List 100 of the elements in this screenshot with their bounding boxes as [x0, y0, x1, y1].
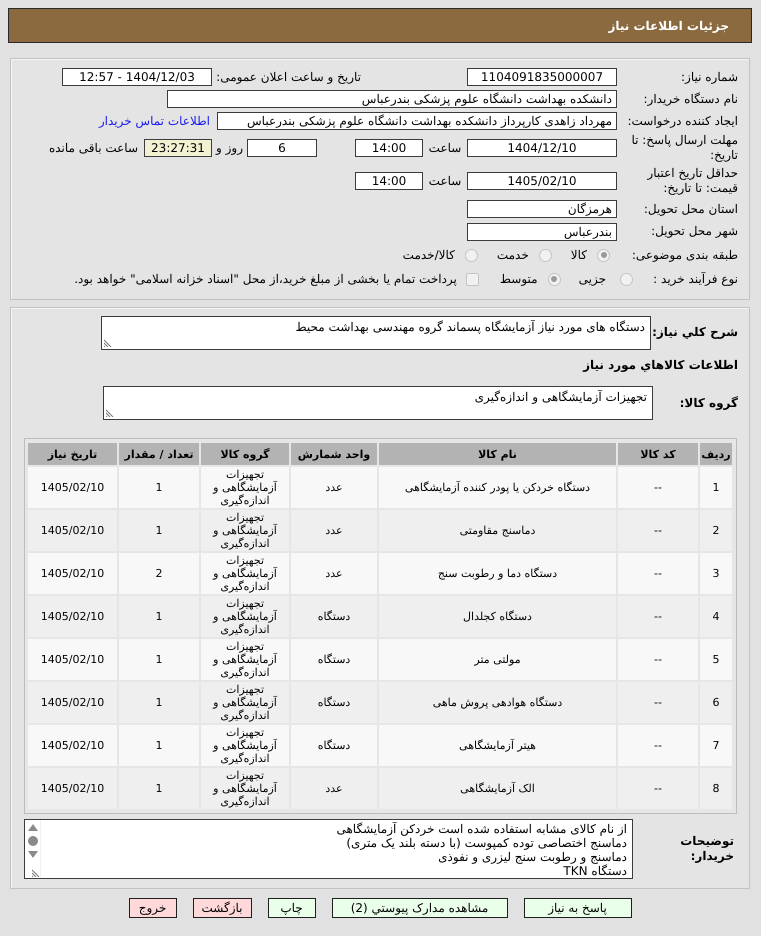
table-cell: تجهیزات آزمایشگاهی و اندازه‌گیری [201, 768, 289, 809]
column-header: تاریخ نیاز [28, 443, 117, 465]
action-button[interactable]: پاسخ به نیاز [524, 898, 632, 918]
action-button[interactable]: بازگشت [192, 898, 252, 918]
table-cell: 1405/02/10 [28, 682, 117, 723]
field-label: نوع فرآیند خرید : [652, 272, 738, 286]
deadline-date-field[interactable]: 1404/12/10 [467, 139, 617, 157]
field-label: تاریخ و ساعت اعلان عمومی: [215, 70, 361, 84]
description-textarea[interactable]: دستگاه های مورد نیاز آزمایشگاه پسماند گروه مهندسی بهداشت محیط [101, 316, 651, 350]
field-label: شماره نیاز: [680, 70, 738, 84]
table-cell: 4 [700, 596, 732, 637]
field-label: حداقل تاریخ اعتبار قیمت: تا تاریخ: [646, 166, 738, 196]
table-cell: 1405/02/10 [28, 510, 117, 551]
table-cell: 8 [700, 768, 732, 809]
table-cell: -- [618, 682, 698, 723]
buyer-org-field[interactable]: دانشکده بهداشت دانشگاه علوم پزشکی بندرعباس [167, 90, 617, 108]
validity-date-field[interactable]: 1405/02/10 [467, 172, 617, 190]
field-label: توضیحات خریدار: [679, 834, 735, 864]
days-field[interactable]: 6 [247, 139, 317, 157]
radio-button[interactable] [620, 272, 633, 286]
table-cell: هیتر آزمایشگاهی [379, 725, 616, 766]
table-cell: دستگاه [291, 682, 377, 723]
option-label: متوسط [500, 272, 538, 286]
buyer-contact-link[interactable]: اطلاعات تماس خریدار [98, 114, 210, 128]
field-label: ایجاد کننده درخواست: [626, 114, 738, 128]
table-cell: -- [618, 639, 698, 680]
table-cell: 1 [119, 725, 199, 766]
table-cell: دستگاه دما و رطوبت سنج [379, 553, 616, 594]
table-cell: -- [618, 467, 698, 508]
resize-grip-icon[interactable] [32, 869, 40, 877]
table-cell: عدد [291, 553, 377, 594]
radio-button[interactable] [548, 272, 561, 286]
note-line: دستگاه TKN [562, 864, 627, 878]
table-cell: تجهیزات آزمایشگاهی و اندازه‌گیری [201, 639, 289, 680]
field-label: استان محل تحویل: [642, 202, 738, 216]
table-cell: 1 [119, 510, 199, 551]
note-line: دماسنج اختصاصی توده کمپوست (با دسته بلند یک متری) [345, 836, 627, 850]
validity-time-field[interactable]: 14:00 [355, 172, 423, 190]
column-header: ردیف [700, 443, 732, 465]
table-cell: 1405/02/10 [28, 639, 117, 680]
table-cell: دماسنج مقاومتی [379, 510, 616, 551]
table-cell: تجهیزات آزمایشگاهی و اندازه‌گیری [201, 467, 289, 508]
city-field[interactable]: بندرعباس [467, 222, 617, 240]
radio-button[interactable] [538, 248, 552, 262]
table-cell: 1 [119, 768, 199, 809]
scroll-up-arrow-icon[interactable] [28, 824, 38, 831]
table-cell: دستگاه خردکن یا پودر کننده آزمایشگاهی [379, 467, 616, 508]
note-line: دماسنج و رطوبت سنج لیزری و نفوذی [437, 850, 627, 864]
table-cell: 1405/02/10 [28, 725, 117, 766]
remaining-time-field[interactable]: 23:27:31 [144, 139, 212, 157]
province-field[interactable]: هرمزگان [467, 200, 617, 218]
resize-grip-icon[interactable] [104, 339, 112, 347]
radio-button[interactable] [464, 248, 478, 262]
table-cell: تجهیزات آزمایشگاهی و اندازه‌گیری [201, 682, 289, 723]
deadline-time-field[interactable]: 14:00 [355, 139, 423, 157]
goods-group-textarea[interactable]: تجهیزات آزمایشگاهی و اندازه‌گیری [103, 386, 653, 420]
table-cell: تجهیزات آزمایشگاهی و اندازه‌گیری [201, 596, 289, 637]
table-cell: 1405/02/10 [28, 467, 117, 508]
action-button[interactable]: خروج [128, 898, 176, 918]
buyer-notes-textarea[interactable]: از نام کالای مشابه استفاده شده است خردکن آزمایشگاهی دماسنج اختصاصی توده کمپوست (با دسته بلند یک متری) دماسنج و رطوبت سنج لیزری و نفوذی دستگاه TKN [24, 819, 633, 879]
table-cell: -- [618, 553, 698, 594]
table-cell: دستگاه [291, 596, 377, 637]
checkbox[interactable] [466, 272, 479, 286]
field-label: طبقه بندی موضوعی: [630, 248, 738, 262]
table-cell: 1405/02/10 [28, 553, 117, 594]
table-cell: 1 [119, 639, 199, 680]
table-cell: 7 [700, 725, 732, 766]
table-cell: دستگاه [291, 725, 377, 766]
field-label: مهلت ارسال پاسخ: تا تاریخ: [630, 133, 738, 163]
requester-field[interactable]: مهرداد زاهدی کارپرداز دانشکده بهداشت دانشگاه علوم پزشکی بندرعباس [217, 112, 617, 130]
radio-button[interactable] [597, 248, 610, 262]
table-cell: تجهیزات آزمایشگاهی و اندازه‌گیری [201, 725, 289, 766]
announce-date-field[interactable]: 1404/12/03 - 12:57 [62, 68, 212, 86]
table-cell: 1405/02/10 [28, 596, 117, 637]
table-cell: -- [618, 596, 698, 637]
table-cell: مولتی متر [379, 639, 616, 680]
note-line: از نام کالای مشابه استفاده شده است خردکن آزمایشگاهی [335, 822, 627, 836]
table-cell: 3 [700, 553, 732, 594]
need-number-field[interactable]: 1104091835000007 [467, 68, 617, 86]
action-button[interactable]: چاپ [268, 898, 316, 918]
table-cell: 5 [700, 639, 732, 680]
description-text: دستگاه های مورد نیاز آزمایشگاه پسماند گروه مهندسی بهداشت محیط [296, 320, 645, 334]
field-label: روز و [214, 141, 244, 155]
action-button[interactable]: مشاهده مدارک پیوستي (2) [332, 898, 508, 918]
table-cell: -- [618, 725, 698, 766]
table-cell: 2 [700, 510, 732, 551]
scrollbar[interactable] [25, 820, 41, 878]
scroll-thumb-icon[interactable] [28, 836, 38, 846]
field-label: ساعت [428, 141, 462, 155]
section-title: اطلاعات کالاهاي مورد نیاز [583, 358, 738, 372]
table-cell: تجهیزات آزمایشگاهی و اندازه‌گیری [201, 553, 289, 594]
field-label: نام دستگاه خریدار: [642, 92, 738, 106]
table-cell: -- [618, 510, 698, 551]
table-cell: 1405/02/10 [28, 768, 117, 809]
table-cell: -- [618, 768, 698, 809]
option-label: خدمت [496, 248, 529, 262]
option-label: جزیی [578, 272, 606, 286]
scroll-down-arrow-icon[interactable] [28, 851, 38, 858]
table-cell: دستگاه [291, 639, 377, 680]
resize-grip-icon[interactable] [106, 409, 114, 417]
